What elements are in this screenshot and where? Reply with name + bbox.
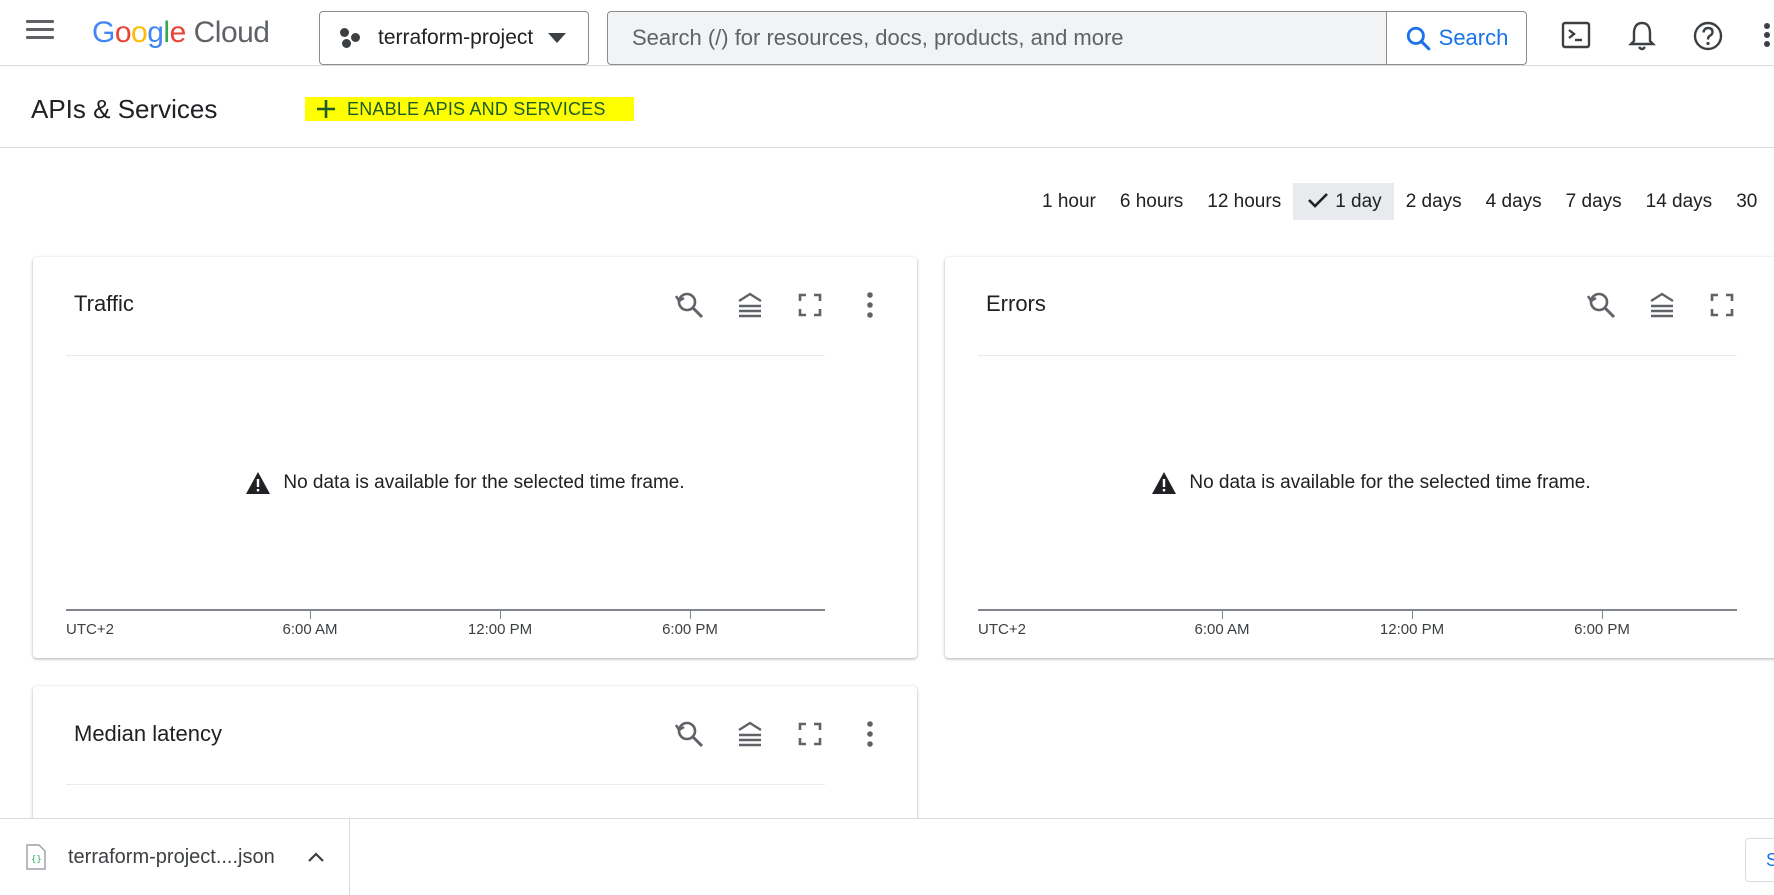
time-option-1-day[interactable]: 1 day [1293, 183, 1394, 220]
x-tick-label: 6:00 PM [1574, 621, 1630, 638]
time-option-label: 1 day [1335, 191, 1382, 212]
x-tick-label: 12:00 PM [467, 621, 533, 638]
fullscreen-icon[interactable] [1706, 289, 1738, 321]
x-tick [690, 609, 691, 619]
x-tick [500, 609, 501, 619]
project-name: terraform-project [378, 26, 534, 49]
card-title: Errors [986, 291, 1046, 316]
card-toolbar [674, 718, 886, 750]
search-input[interactable] [608, 12, 1386, 64]
card-title: Median latency [74, 721, 222, 746]
hamburger-menu-icon[interactable] [26, 20, 56, 46]
warning-icon [246, 472, 271, 494]
legend-toggle-icon[interactable] [734, 289, 766, 321]
plus-icon [317, 100, 335, 118]
traffic-chart-card: Traffic No data is available for the sel… [33, 257, 917, 658]
time-option-4-days[interactable]: 4 days [1474, 183, 1554, 220]
more-vert-icon[interactable] [1760, 20, 1774, 50]
search-button-label: Search [1438, 25, 1509, 50]
zoom-reset-icon[interactable] [674, 718, 706, 750]
x-axis [978, 609, 1737, 611]
page-title: APIs & Services [31, 94, 218, 124]
timezone-label: UTC+2 [66, 621, 114, 638]
download-file-name: terraform-project....json [68, 845, 275, 868]
fullscreen-icon[interactable] [794, 289, 826, 321]
x-tick-label: 6:00 PM [662, 621, 718, 638]
timezone-label: UTC+2 [978, 621, 1026, 638]
legend-toggle-icon[interactable] [734, 718, 766, 750]
x-tick-label: 12:00 PM [1379, 621, 1445, 638]
zoom-reset-icon[interactable] [1586, 289, 1618, 321]
check-icon [1308, 193, 1329, 208]
page-header: APIs & Services ENABLE APIS AND SERVICES [0, 67, 1774, 148]
card-divider [66, 784, 825, 785]
x-tick [310, 609, 311, 619]
x-axis [66, 609, 825, 611]
enable-apis-label: ENABLE APIS AND SERVICES [347, 98, 606, 119]
time-option-1-hour[interactable]: 1 hour [1030, 183, 1108, 220]
project-selector[interactable]: terraform-project [319, 11, 589, 65]
card-toolbar [1586, 289, 1738, 321]
zoom-reset-icon[interactable] [674, 289, 706, 321]
cloud-shell-icon[interactable] [1561, 20, 1591, 50]
fullscreen-icon[interactable] [794, 718, 826, 750]
logo-google-text: Google [92, 16, 186, 49]
help-icon[interactable] [1692, 20, 1723, 51]
search-button[interactable]: Search [1386, 12, 1526, 64]
show-all-button[interactable]: S [1745, 838, 1774, 882]
time-option-2-days[interactable]: 2 days [1394, 183, 1474, 220]
more-vert-icon[interactable] [854, 289, 886, 321]
no-data-message: No data is available for the selected ti… [929, 471, 1774, 495]
x-tick [1412, 609, 1413, 619]
no-data-message: No data is available for the selected ti… [23, 471, 907, 495]
time-option-7-days[interactable]: 7 days [1554, 183, 1634, 220]
time-option-30-days[interactable]: 30 [1724, 183, 1757, 220]
download-item[interactable]: {} terraform-project....json [0, 819, 350, 895]
time-option-14-days[interactable]: 14 days [1634, 183, 1725, 220]
svg-text:{}: {} [31, 855, 42, 865]
more-vert-icon[interactable] [854, 718, 886, 750]
card-toolbar [674, 289, 886, 321]
x-tick [1602, 609, 1603, 619]
time-option-6-hours[interactable]: 6 hours [1108, 183, 1195, 220]
project-icon [340, 26, 364, 50]
chevron-down-icon [548, 33, 566, 43]
no-data-text: No data is available for the selected ti… [283, 472, 685, 493]
no-data-text: No data is available for the selected ti… [1189, 472, 1591, 493]
x-tick [1222, 609, 1223, 619]
bell-icon[interactable] [1627, 20, 1657, 51]
enable-apis-button[interactable]: ENABLE APIS AND SERVICES [305, 97, 634, 121]
card-title: Traffic [74, 291, 134, 316]
google-cloud-logo[interactable]: Google Cloud [92, 16, 270, 50]
time-option-12-hours[interactable]: 12 hours [1195, 183, 1293, 220]
x-tick-label: 6:00 AM [282, 621, 338, 638]
warning-icon [1152, 472, 1177, 494]
card-divider [66, 355, 825, 356]
search-bar: Search [607, 11, 1527, 65]
top-bar: Google Cloud terraform-project Search [0, 0, 1774, 66]
errors-chart-card: Errors No data is available for the sele… [945, 257, 1774, 658]
time-range-selector: 1 hour 6 hours 12 hours 1 day 2 days 4 d… [1030, 183, 1757, 220]
download-bar: {} terraform-project....json S [0, 818, 1774, 895]
card-divider [978, 355, 1737, 356]
json-file-icon: {} [26, 844, 46, 870]
chevron-up-icon[interactable] [307, 851, 325, 863]
logo-cloud-text: Cloud [193, 16, 270, 49]
search-icon [1406, 26, 1430, 51]
x-tick-label: 6:00 AM [1194, 621, 1250, 638]
legend-toggle-icon[interactable] [1646, 289, 1678, 321]
